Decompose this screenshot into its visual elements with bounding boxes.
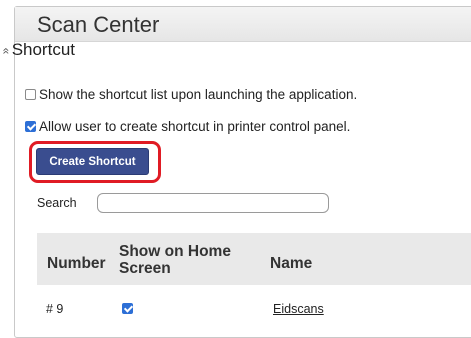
option-show-shortcut-list[interactable]: Show the shortcut list upon launching th… [25,87,357,102]
column-header-show-on-home[interactable]: Show on Home Screen [119,243,239,277]
row-number: # 9 [46,302,64,316]
column-header-number[interactable]: Number [47,255,106,272]
title-bar: Scan Center [15,7,471,42]
create-shortcut-button[interactable]: Create Shortcut [36,148,149,175]
page-title: Scan Center [37,12,160,37]
show-on-home-checkbox[interactable] [122,303,133,314]
option-allow-create-shortcut[interactable]: Allow user to create shortcut in printer… [25,119,350,134]
allow-create-checkbox[interactable] [25,121,36,132]
column-header-name[interactable]: Name [270,255,312,272]
option-label: Allow user to create shortcut in printer… [39,119,351,134]
search-input[interactable] [97,193,329,213]
collapse-chevron-icon[interactable]: « [0,48,13,55]
section-title: Shortcut [11,40,75,59]
section-header-shortcut[interactable]: «Shortcut [0,40,75,60]
show-list-checkbox[interactable] [25,89,36,100]
option-label: Show the shortcut list upon launching th… [39,87,358,102]
row-name-link[interactable]: Eidscans [273,302,324,316]
search-label: Search [37,196,77,210]
table-header: Number Show on Home Screen Name [37,233,471,285]
